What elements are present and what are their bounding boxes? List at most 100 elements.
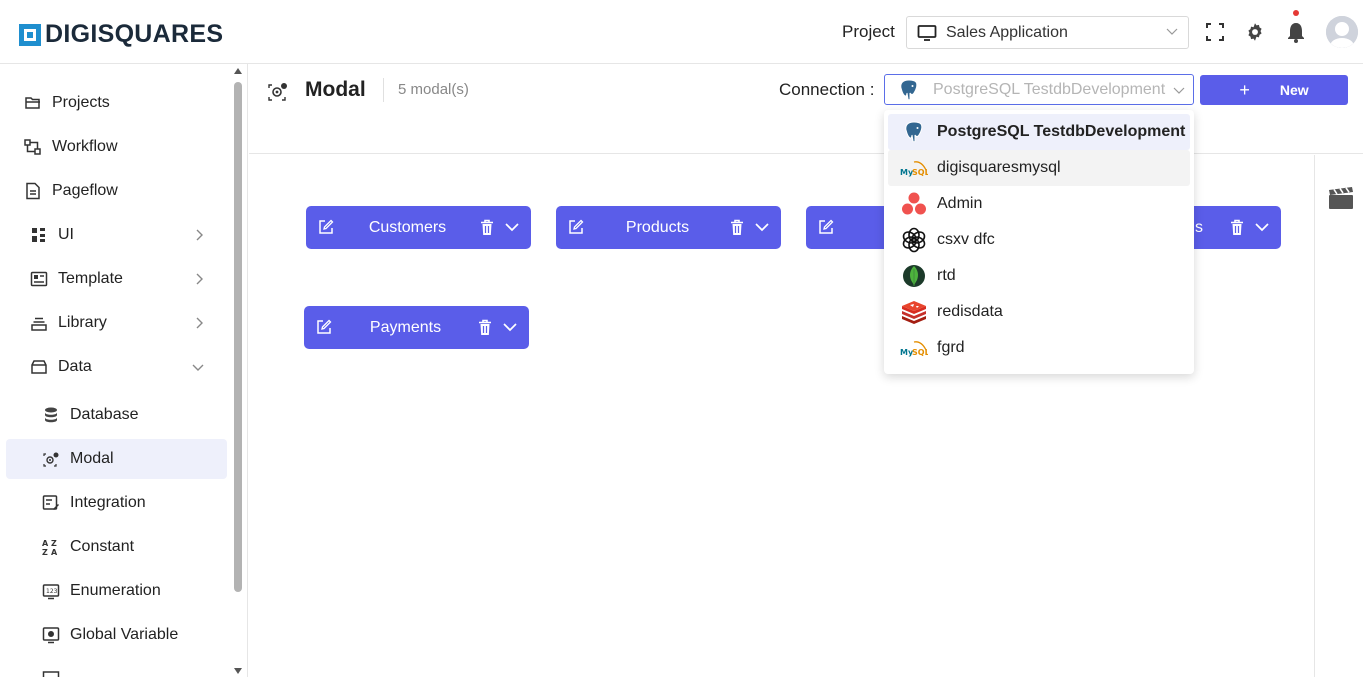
mysql-icon: My SQL [900, 154, 928, 182]
dropdown-option-digisquaresmysql[interactable]: My SQL digisquaresmysql [888, 150, 1190, 186]
constant-icon: A ZZ A [42, 539, 58, 556]
user-avatar-icon [1326, 16, 1358, 48]
dropdown-option-label: redisdata [937, 303, 1003, 320]
template-icon [30, 271, 48, 287]
monitor-icon [917, 24, 937, 41]
sidebar-item-enumeration[interactable]: 123 Enumeration [0, 571, 230, 611]
project-select[interactable]: Sales Application [906, 16, 1189, 49]
dropdown-option-postgresql[interactable]: PostgreSQL TestdbDevelopment [888, 114, 1190, 150]
chevron-down-icon[interactable] [1255, 221, 1269, 233]
sidebar-item-ui[interactable]: UI [0, 215, 230, 255]
chevron-down-icon[interactable] [503, 321, 517, 333]
chevron-right-icon [196, 317, 203, 329]
sidebar-item-partial[interactable] [0, 659, 230, 677]
edit-icon[interactable] [568, 219, 584, 235]
project-select-value: Sales Application [946, 23, 1068, 41]
dropdown-option-fgrd[interactable]: My SQL fgrd [888, 330, 1190, 366]
sidebar-item-label: Constant [70, 538, 135, 555]
sidebar-item-workflow[interactable]: Workflow [0, 127, 230, 167]
dropdown-option-label: csxv dfc [937, 231, 995, 248]
sidebar-item-library[interactable]: Library [0, 303, 230, 343]
avatar[interactable] [1326, 16, 1358, 48]
trash-icon[interactable] [729, 219, 745, 236]
clapperboard-icon[interactable] [1328, 186, 1354, 210]
sidebar-item-label: Global Variable [70, 626, 179, 643]
svg-text:SQL: SQL [912, 168, 928, 177]
integration-icon [42, 495, 59, 510]
connection-dropdown: PostgreSQL TestdbDevelopment My SQL digis… [884, 110, 1194, 374]
sidebar-item-modal[interactable]: Modal [6, 439, 227, 479]
database-icon [45, 407, 57, 423]
modal-count: 5 modal(s) [398, 81, 469, 98]
chevron-down-icon [1166, 28, 1178, 35]
sidebar-item-database[interactable]: Database [0, 395, 230, 435]
modal-card-name: Products [625, 218, 690, 236]
sidebar-scrollbar[interactable] [233, 68, 243, 674]
connection-select[interactable]: PostgreSQL TestdbDevelopment [884, 74, 1194, 105]
admin-dots-icon [900, 190, 928, 218]
dropdown-option-admin[interactable]: Admin [888, 186, 1190, 222]
svg-text:A: A [42, 539, 49, 548]
modal-card-customers[interactable]: Customers [306, 206, 531, 249]
sidebar-item-projects[interactable]: Projects [0, 83, 230, 123]
modal-card-payments[interactable]: Payments [304, 306, 529, 349]
top-header: DIGISQUARES Project Sales Application [0, 0, 1363, 64]
trash-icon[interactable] [1229, 219, 1245, 236]
postgresql-icon [900, 78, 918, 100]
trash-icon[interactable] [477, 319, 493, 336]
bell-icon[interactable] [1285, 20, 1307, 44]
fullscreen-icon[interactable] [1204, 20, 1226, 44]
sidebar-item-template[interactable]: Template [0, 259, 230, 299]
sidebar-item-pageflow[interactable]: Pageflow [0, 171, 230, 211]
ui-grid-icon [32, 228, 45, 242]
connection-select-value: PostgreSQL TestdbDevelopment [933, 80, 1166, 98]
page-title: Modal [305, 78, 366, 101]
mysql-icon: My SQL [900, 334, 928, 362]
sidebar-item-label: UI [58, 226, 74, 243]
mongodb-icon [900, 262, 928, 290]
edit-icon[interactable] [818, 219, 834, 235]
chevron-down-icon[interactable] [755, 221, 769, 233]
sidebar-item-constant[interactable]: AZZA Constant [0, 527, 230, 567]
dropdown-option-label: rtd [937, 267, 956, 284]
dropdown-option-label: fgrd [937, 339, 965, 356]
dropdown-option-label: digisquaresmysql [937, 159, 1061, 176]
sidebar-item-label: Library [58, 314, 107, 331]
project-label: Project [842, 22, 895, 41]
logo-text: DIGISQUARES [45, 20, 224, 48]
sidebar-item-data[interactable]: Data [0, 347, 230, 387]
svg-text:Z: Z [42, 548, 48, 556]
trash-icon[interactable] [479, 219, 495, 236]
sidebar-item-integration[interactable]: Integration [0, 483, 230, 523]
scroll-up-arrow-icon[interactable] [234, 68, 242, 74]
edit-icon[interactable] [316, 319, 332, 335]
dropdown-option-rtd[interactable]: rtd [888, 258, 1190, 294]
scroll-down-arrow-icon[interactable] [234, 668, 242, 674]
global-variable-icon [42, 627, 60, 644]
modal-card-name: Payments [369, 318, 442, 336]
enumeration-icon: 123 [42, 584, 60, 600]
page-icon [26, 182, 40, 200]
app-logo[interactable]: DIGISQUARES [19, 20, 223, 49]
sidebar: Projects Workflow Pageflow UI Template L… [0, 64, 248, 677]
scroll-thumb[interactable] [234, 82, 242, 592]
edit-icon[interactable] [318, 219, 334, 235]
sidebar-item-global-variable[interactable]: Global Variable [0, 615, 230, 655]
dropdown-option-csxv-dfc[interactable]: csxv dfc [888, 222, 1190, 258]
chevron-down-icon[interactable] [505, 221, 519, 233]
new-button[interactable]: + New [1200, 75, 1348, 105]
svg-text:SQL: SQL [912, 348, 928, 357]
logo-mark-icon [19, 23, 41, 46]
sidebar-item-label: Enumeration [70, 582, 161, 599]
modal-card-products[interactable]: Products [556, 206, 781, 249]
folder-open-icon [25, 97, 40, 109]
notification-dot [1293, 10, 1299, 16]
dropdown-option-redisdata[interactable]: redisdata [888, 294, 1190, 330]
workflow-icon [24, 139, 41, 155]
sidebar-item-label: Workflow [52, 138, 118, 155]
gear-icon[interactable] [1244, 20, 1266, 44]
modal-icon [43, 452, 59, 467]
sidebar-item-label: Pageflow [52, 182, 118, 199]
openai-icon [900, 226, 928, 254]
data-icon [31, 360, 47, 374]
